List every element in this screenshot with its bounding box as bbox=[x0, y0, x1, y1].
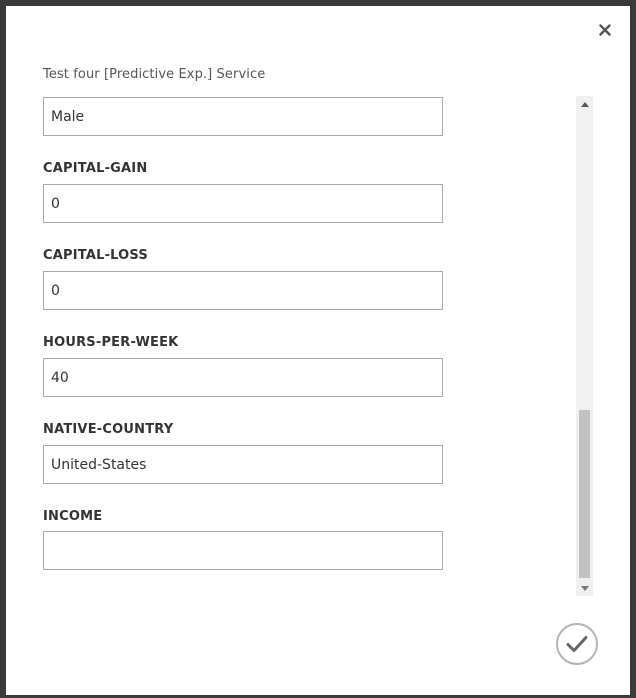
close-button[interactable] bbox=[595, 20, 615, 40]
form-scroll-area[interactable]: CAPITAL-GAIN CAPITAL-LOSS HOURS-PER-WEEK… bbox=[43, 97, 563, 597]
vertical-scrollbar[interactable] bbox=[576, 96, 593, 596]
native-country-input[interactable] bbox=[43, 445, 443, 484]
sex-input[interactable] bbox=[43, 97, 443, 136]
dialog-title: Test four [Predictive Exp.] Service bbox=[43, 67, 266, 82]
scroll-up-arrow[interactable] bbox=[576, 96, 593, 112]
checkmark-icon bbox=[566, 636, 588, 652]
confirm-button[interactable] bbox=[556, 623, 598, 665]
hours-per-week-input[interactable] bbox=[43, 358, 443, 397]
scroll-down-arrow[interactable] bbox=[576, 580, 593, 596]
close-icon bbox=[599, 24, 611, 36]
hours-per-week-label: HOURS-PER-WEEK bbox=[43, 335, 179, 350]
triangle-up-icon bbox=[580, 101, 589, 107]
capital-gain-label: CAPITAL-GAIN bbox=[43, 161, 148, 176]
income-input[interactable] bbox=[43, 531, 443, 570]
triangle-down-icon bbox=[580, 585, 589, 591]
capital-loss-input[interactable] bbox=[43, 271, 443, 310]
native-country-label: NATIVE-COUNTRY bbox=[43, 422, 174, 437]
scroll-thumb[interactable] bbox=[579, 410, 590, 578]
income-label: INCOME bbox=[43, 509, 103, 524]
page: R Test four [Predictive Exp.] Service CA… bbox=[0, 0, 636, 698]
capital-gain-input[interactable] bbox=[43, 184, 443, 223]
capital-loss-label: CAPITAL-LOSS bbox=[43, 248, 148, 263]
